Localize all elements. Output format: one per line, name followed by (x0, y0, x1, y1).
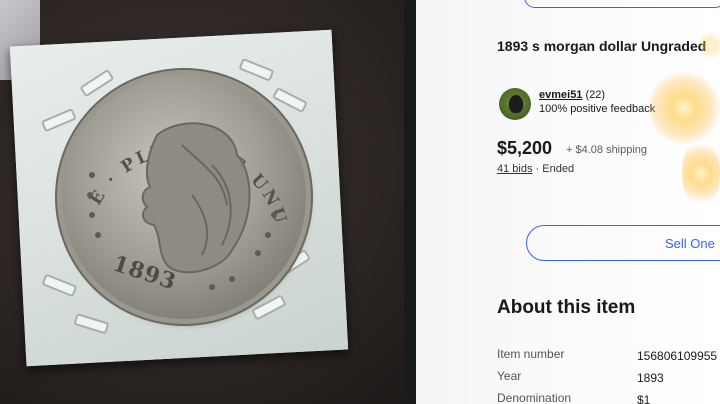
seller-feedback: 100% positive feedback (539, 103, 656, 115)
seller-avatar[interactable] (499, 88, 531, 120)
light-reflection (700, 30, 720, 60)
top-action-button[interactable] (524, 0, 720, 8)
bid-status: 41 bids · Ended (497, 163, 574, 175)
listing-status: Ended (542, 163, 575, 175)
bird-icon (509, 95, 523, 113)
seller-username-link[interactable]: evmei51 (539, 89, 582, 101)
listing-page: 1893 s morgan dollar Ungraded evmei51 (2… (416, 0, 720, 404)
sell-one-label: Sell One (665, 236, 715, 251)
listing-title: 1893 s morgan dollar Ungraded (497, 38, 707, 54)
separator: · (535, 163, 540, 175)
sell-one-button[interactable]: Sell One (526, 225, 720, 261)
light-reflection (682, 138, 720, 208)
spec-label: Year (497, 369, 522, 383)
seller-rating-count: (22) (585, 89, 606, 101)
liberty-head-relief (141, 122, 251, 274)
spec-value: 1893 (637, 371, 664, 385)
light-reflection (648, 72, 720, 144)
price: $5,200 (497, 138, 553, 158)
shipping-cost: + $4.08 shipping (566, 144, 648, 156)
morgan-dollar-coin: E · PLURIBUS UNUM 1893 (62, 75, 306, 319)
spec-value: 156806109955 (637, 349, 718, 363)
seller-info: evmei51 (22) (539, 89, 605, 101)
spec-value: $1 (637, 393, 651, 404)
spec-label: Denomination (497, 391, 572, 404)
spec-label: Item number (497, 347, 565, 361)
bids-link[interactable]: 41 bids (497, 163, 532, 175)
coin-legend-ring: E · PLURIBUS UNUM (62, 75, 288, 290)
about-heading: About this item (497, 297, 636, 318)
